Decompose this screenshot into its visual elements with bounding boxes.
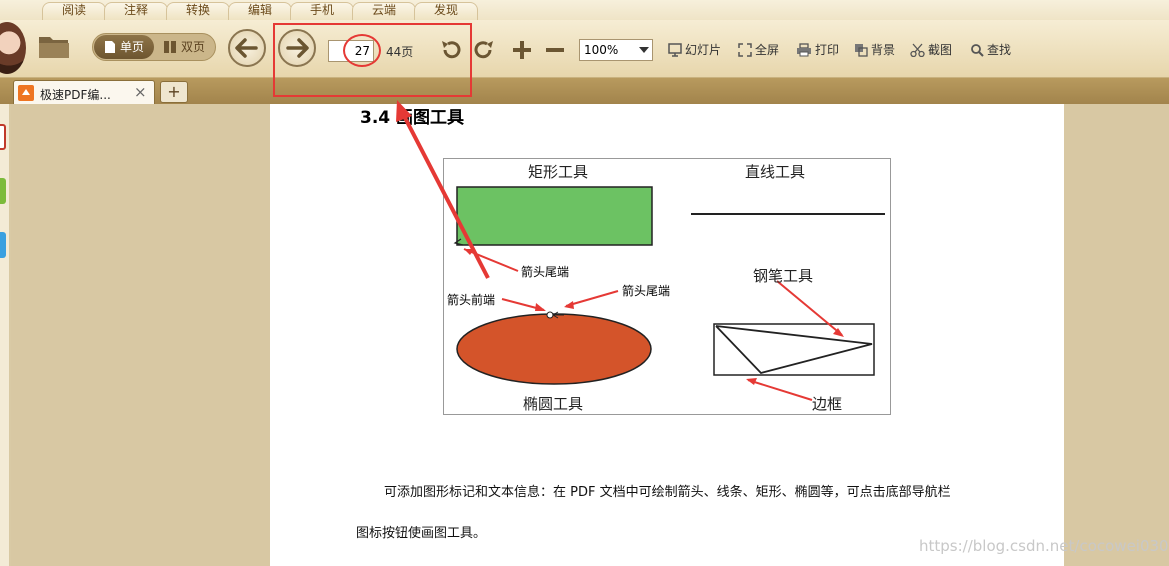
previous-page-button[interactable] bbox=[228, 29, 266, 67]
ellipse-shape bbox=[456, 313, 652, 385]
view-mode-group: 单页 双页 bbox=[92, 33, 216, 61]
menu-tab-discover[interactable]: 发现 bbox=[414, 0, 478, 20]
rectangle-shape bbox=[456, 186, 653, 246]
rotate-right-icon[interactable] bbox=[472, 38, 496, 62]
fullscreen-icon bbox=[738, 43, 752, 57]
print-button[interactable]: 打印 bbox=[796, 41, 839, 61]
screenshot-label: 截图 bbox=[928, 43, 953, 57]
slideshow-icon bbox=[668, 43, 682, 57]
background-icon bbox=[855, 44, 868, 57]
close-icon[interactable]: × bbox=[134, 83, 147, 101]
fullscreen-button[interactable]: 全屏 bbox=[738, 41, 779, 61]
background-label: 背景 bbox=[871, 43, 896, 57]
slideshow-button[interactable]: 幻灯片 bbox=[668, 41, 721, 61]
scissors-icon bbox=[910, 43, 925, 58]
side-comment-button[interactable] bbox=[0, 232, 6, 258]
side-thumbnail-button[interactable] bbox=[0, 124, 6, 150]
zoom-out-icon[interactable] bbox=[544, 39, 566, 61]
arrow-head-label: 箭头前端 bbox=[447, 293, 496, 307]
chevron-down-icon bbox=[639, 47, 649, 53]
side-panel bbox=[0, 104, 10, 566]
ellipse-tool-label: 椭圆工具 bbox=[523, 395, 584, 413]
menu-tab-annotate[interactable]: 注释 bbox=[104, 0, 168, 20]
menu-tab-edit[interactable]: 编辑 bbox=[228, 0, 292, 20]
printer-icon bbox=[797, 43, 811, 57]
menu-tab-mobile[interactable]: 手机 bbox=[290, 0, 354, 20]
document-tab-bar: 极速PDF编... × + bbox=[0, 78, 1169, 104]
highlight-circle bbox=[343, 34, 381, 67]
menu-tab-cloud[interactable]: 云端 bbox=[352, 0, 416, 20]
fullscreen-label: 全屏 bbox=[755, 43, 780, 57]
double-page-icon bbox=[164, 41, 176, 53]
drawing-tools-figure: 矩形工具 直线工具 钢笔工具 椭圆工具 箭头尾端 箭头前端 箭头尾端 边框 bbox=[443, 158, 891, 415]
body-paragraph-continued: 图标按钮使画图工具。 bbox=[356, 526, 487, 541]
pen-tool-label: 钢笔工具 bbox=[753, 267, 814, 285]
pen-path-shape bbox=[715, 325, 873, 375]
new-tab-button[interactable]: + bbox=[160, 81, 188, 103]
body-paragraph: 可添加图形标记和文本信息：在 PDF 文档中可绘制箭头、线条、矩形、椭圆等，可点… bbox=[384, 485, 951, 500]
watermark-text: https://blog.csdn.net/cocowei0306 bbox=[919, 537, 1169, 555]
slideshow-label: 幻灯片 bbox=[685, 43, 722, 57]
single-page-icon bbox=[105, 41, 115, 53]
zoom-select[interactable]: 100% bbox=[579, 39, 653, 61]
find-label: 查找 bbox=[987, 43, 1012, 57]
document-tab[interactable]: 极速PDF编... × bbox=[13, 80, 155, 104]
zoom-in-icon[interactable] bbox=[511, 39, 533, 61]
rect-tool-label: 矩形工具 bbox=[528, 163, 589, 181]
double-page-label: 双页 bbox=[181, 40, 206, 54]
print-label: 打印 bbox=[815, 43, 840, 57]
document-tab-title: 极速PDF编... bbox=[40, 88, 111, 102]
menu-tab-strip: 阅读 注释 转换 编辑 手机 云端 发现 bbox=[0, 0, 1169, 20]
background-button[interactable]: 背景 bbox=[854, 41, 895, 61]
zoom-value: 100% bbox=[584, 43, 619, 57]
user-avatar[interactable] bbox=[0, 22, 26, 74]
toolbar: 单页 双页 27 44页 100% 幻灯片 全屏 打印 背景 截图 查找 bbox=[0, 20, 1169, 78]
side-bookmark-button[interactable] bbox=[0, 178, 6, 204]
find-button[interactable]: 查找 bbox=[970, 41, 1011, 61]
single-page-button[interactable]: 单页 bbox=[94, 35, 154, 59]
search-icon bbox=[971, 44, 984, 57]
arrow-tail-label: 箭头尾端 bbox=[521, 265, 570, 279]
border-label: 边框 bbox=[812, 395, 843, 413]
pdf-app-icon bbox=[18, 85, 34, 101]
menu-tab-read[interactable]: 阅读 bbox=[42, 0, 106, 20]
arrow-tail-label-2: 箭头尾端 bbox=[622, 284, 671, 298]
open-folder-icon[interactable] bbox=[38, 33, 70, 59]
section-heading: 3.4 画图工具 bbox=[360, 108, 465, 128]
single-page-label: 单页 bbox=[120, 40, 145, 54]
double-page-button[interactable]: 双页 bbox=[157, 35, 215, 59]
arrow-left-icon bbox=[235, 38, 258, 58]
screenshot-button[interactable]: 截图 bbox=[910, 41, 952, 61]
line-tool-label: 直线工具 bbox=[745, 163, 806, 181]
menu-tab-convert[interactable]: 转换 bbox=[166, 0, 230, 20]
